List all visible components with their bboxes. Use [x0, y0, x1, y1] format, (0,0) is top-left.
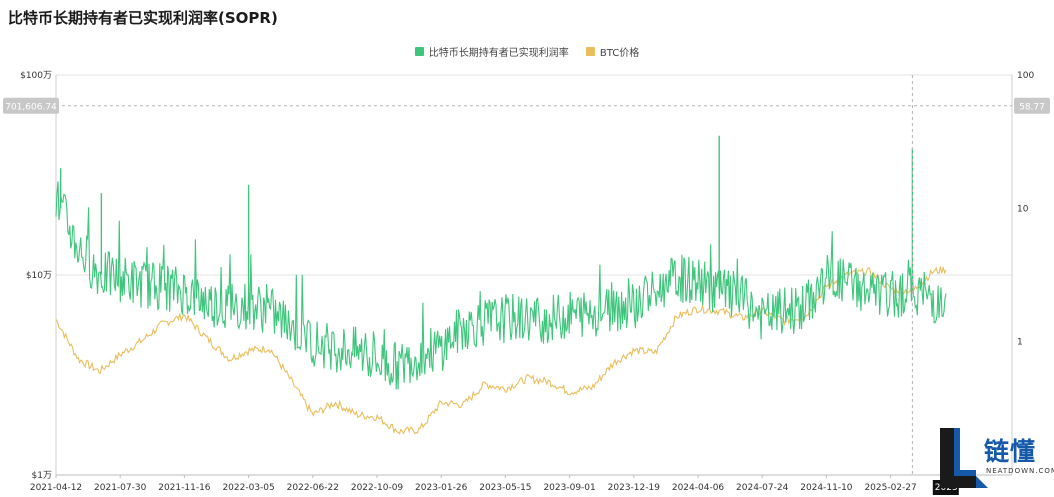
crosshair-left-value: 701,606.74	[5, 102, 57, 112]
x-tick-label: 2023-12-19	[608, 483, 661, 493]
x-tick-label: 2022-06-22	[287, 483, 339, 493]
x-tick-label: 2024-11-10	[800, 483, 853, 493]
x-tick-label: 2023-01-26	[415, 483, 468, 493]
x-tick-label: 2023-09-01	[543, 483, 595, 493]
y-left-tick-label: $1万	[32, 471, 52, 481]
watermark-logo: 链懂 NEATDOWN.COM	[922, 424, 1054, 497]
watermark-text: 链懂	[984, 437, 1037, 466]
x-tick-label: 2023-05-15	[479, 483, 531, 493]
x-tick-label: 2021-04-12	[30, 483, 82, 493]
x-tick-label: 2022-03-05	[222, 483, 274, 493]
x-tick-label: 2024-04-06	[672, 483, 725, 493]
y-left-tick-label: $100万	[20, 71, 52, 81]
x-tick-label: 2021-11-16	[158, 483, 211, 493]
series-line-sopr	[55, 181, 947, 390]
y-right-tick-label: 10	[1017, 204, 1029, 214]
y-left-tick-label: $10万	[26, 271, 52, 281]
x-tick-label: 2025-02-27	[864, 483, 916, 493]
chart-plot[interactable]: $1万 $10万 $100万 1 10 100 2021-04-12 2021-07-30 20…	[0, 0, 1054, 497]
crosshair-right-value: 58.77	[1019, 102, 1045, 112]
y-right-tick-label: 100	[1017, 71, 1034, 81]
series-line-btc-price	[55, 266, 947, 435]
x-tick-label: 2024-07-24	[736, 483, 789, 493]
x-tick-label: 2021-07-30	[94, 483, 147, 493]
x-tick-label: 2022-10-09	[351, 483, 404, 493]
watermark-subtext: NEATDOWN.COM	[986, 467, 1054, 475]
y-right-tick-label: 1	[1017, 338, 1023, 348]
